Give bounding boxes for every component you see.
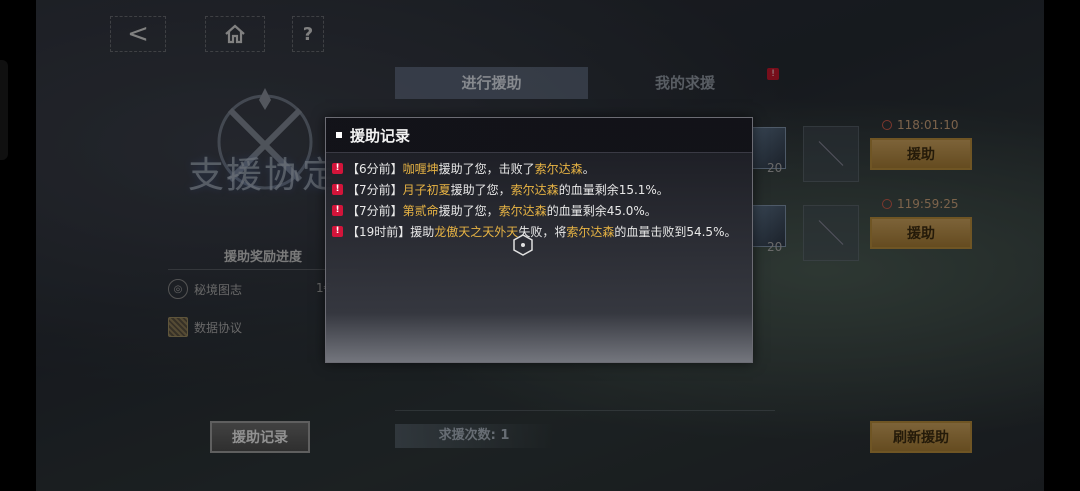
record-item: ! 【6分前】 咖喱坤 援助了您，击败了 索尔达森。 (332, 158, 736, 179)
record-name: 索尔达森 (534, 162, 583, 176)
record-name: 第贰命 (402, 204, 439, 218)
record-text: 的血量剩余45.0%。 (546, 204, 657, 218)
record-time: 【7分前】 (347, 183, 403, 197)
record-name: 索尔达森 (566, 225, 615, 239)
record-item: ! 【7分前】 第贰命 援助了您， 索尔达森 的血量剩余45.0%。 (332, 200, 736, 221)
record-text: 援助 (410, 225, 435, 239)
record-item: ! 【7分前】 月子初夏 援助了您， 索尔达森 的血量剩余15.1%。 (332, 179, 736, 200)
loading-icon (513, 234, 533, 256)
record-time: 【7分前】 (347, 204, 403, 218)
dialog-title: 援助记录 (350, 126, 411, 145)
record-item: ! 【19时前】 援助 龙傲天之天外天 失败，将 索尔达森 的血量击败到54.5%。 (332, 221, 736, 242)
record-name: 索尔达森 (498, 204, 547, 218)
record-name: 索尔达森 (510, 183, 559, 197)
alert-icon: ! (332, 184, 343, 195)
record-name: 月子初夏 (402, 183, 451, 197)
alert-icon: ! (332, 163, 343, 174)
record-time: 【19时前】 (347, 225, 411, 239)
record-text: 援助了您， (450, 183, 511, 197)
record-list: ! 【6分前】 咖喱坤 援助了您，击败了 索尔达森。! 【7分前】 月子初夏 援助了您， 索尔达… (332, 158, 736, 242)
alert-icon: ! (332, 226, 343, 237)
alert-icon: ! (332, 205, 343, 216)
assist-record-dialog: 援助记录 ! 【6分前】 咖喱坤 援助了您，击败了 索尔达森。! 【7分前】 月子初夏 援助了… (325, 117, 753, 363)
dialog-header: 援助记录 (326, 118, 752, 153)
record-text: 的血量剩余15.1%。 (558, 183, 669, 197)
record-text: 援助了您，击败了 (438, 162, 535, 176)
record-text: 。 (582, 162, 595, 176)
header-marker-icon (336, 132, 342, 138)
record-text: 援助了您， (438, 204, 499, 218)
record-name: 咖喱坤 (402, 162, 439, 176)
record-name: 龙傲天之天外天 (434, 225, 519, 239)
record-time: 【6分前】 (347, 162, 403, 176)
record-text: 的血量击败到54.5%。 (614, 225, 737, 239)
